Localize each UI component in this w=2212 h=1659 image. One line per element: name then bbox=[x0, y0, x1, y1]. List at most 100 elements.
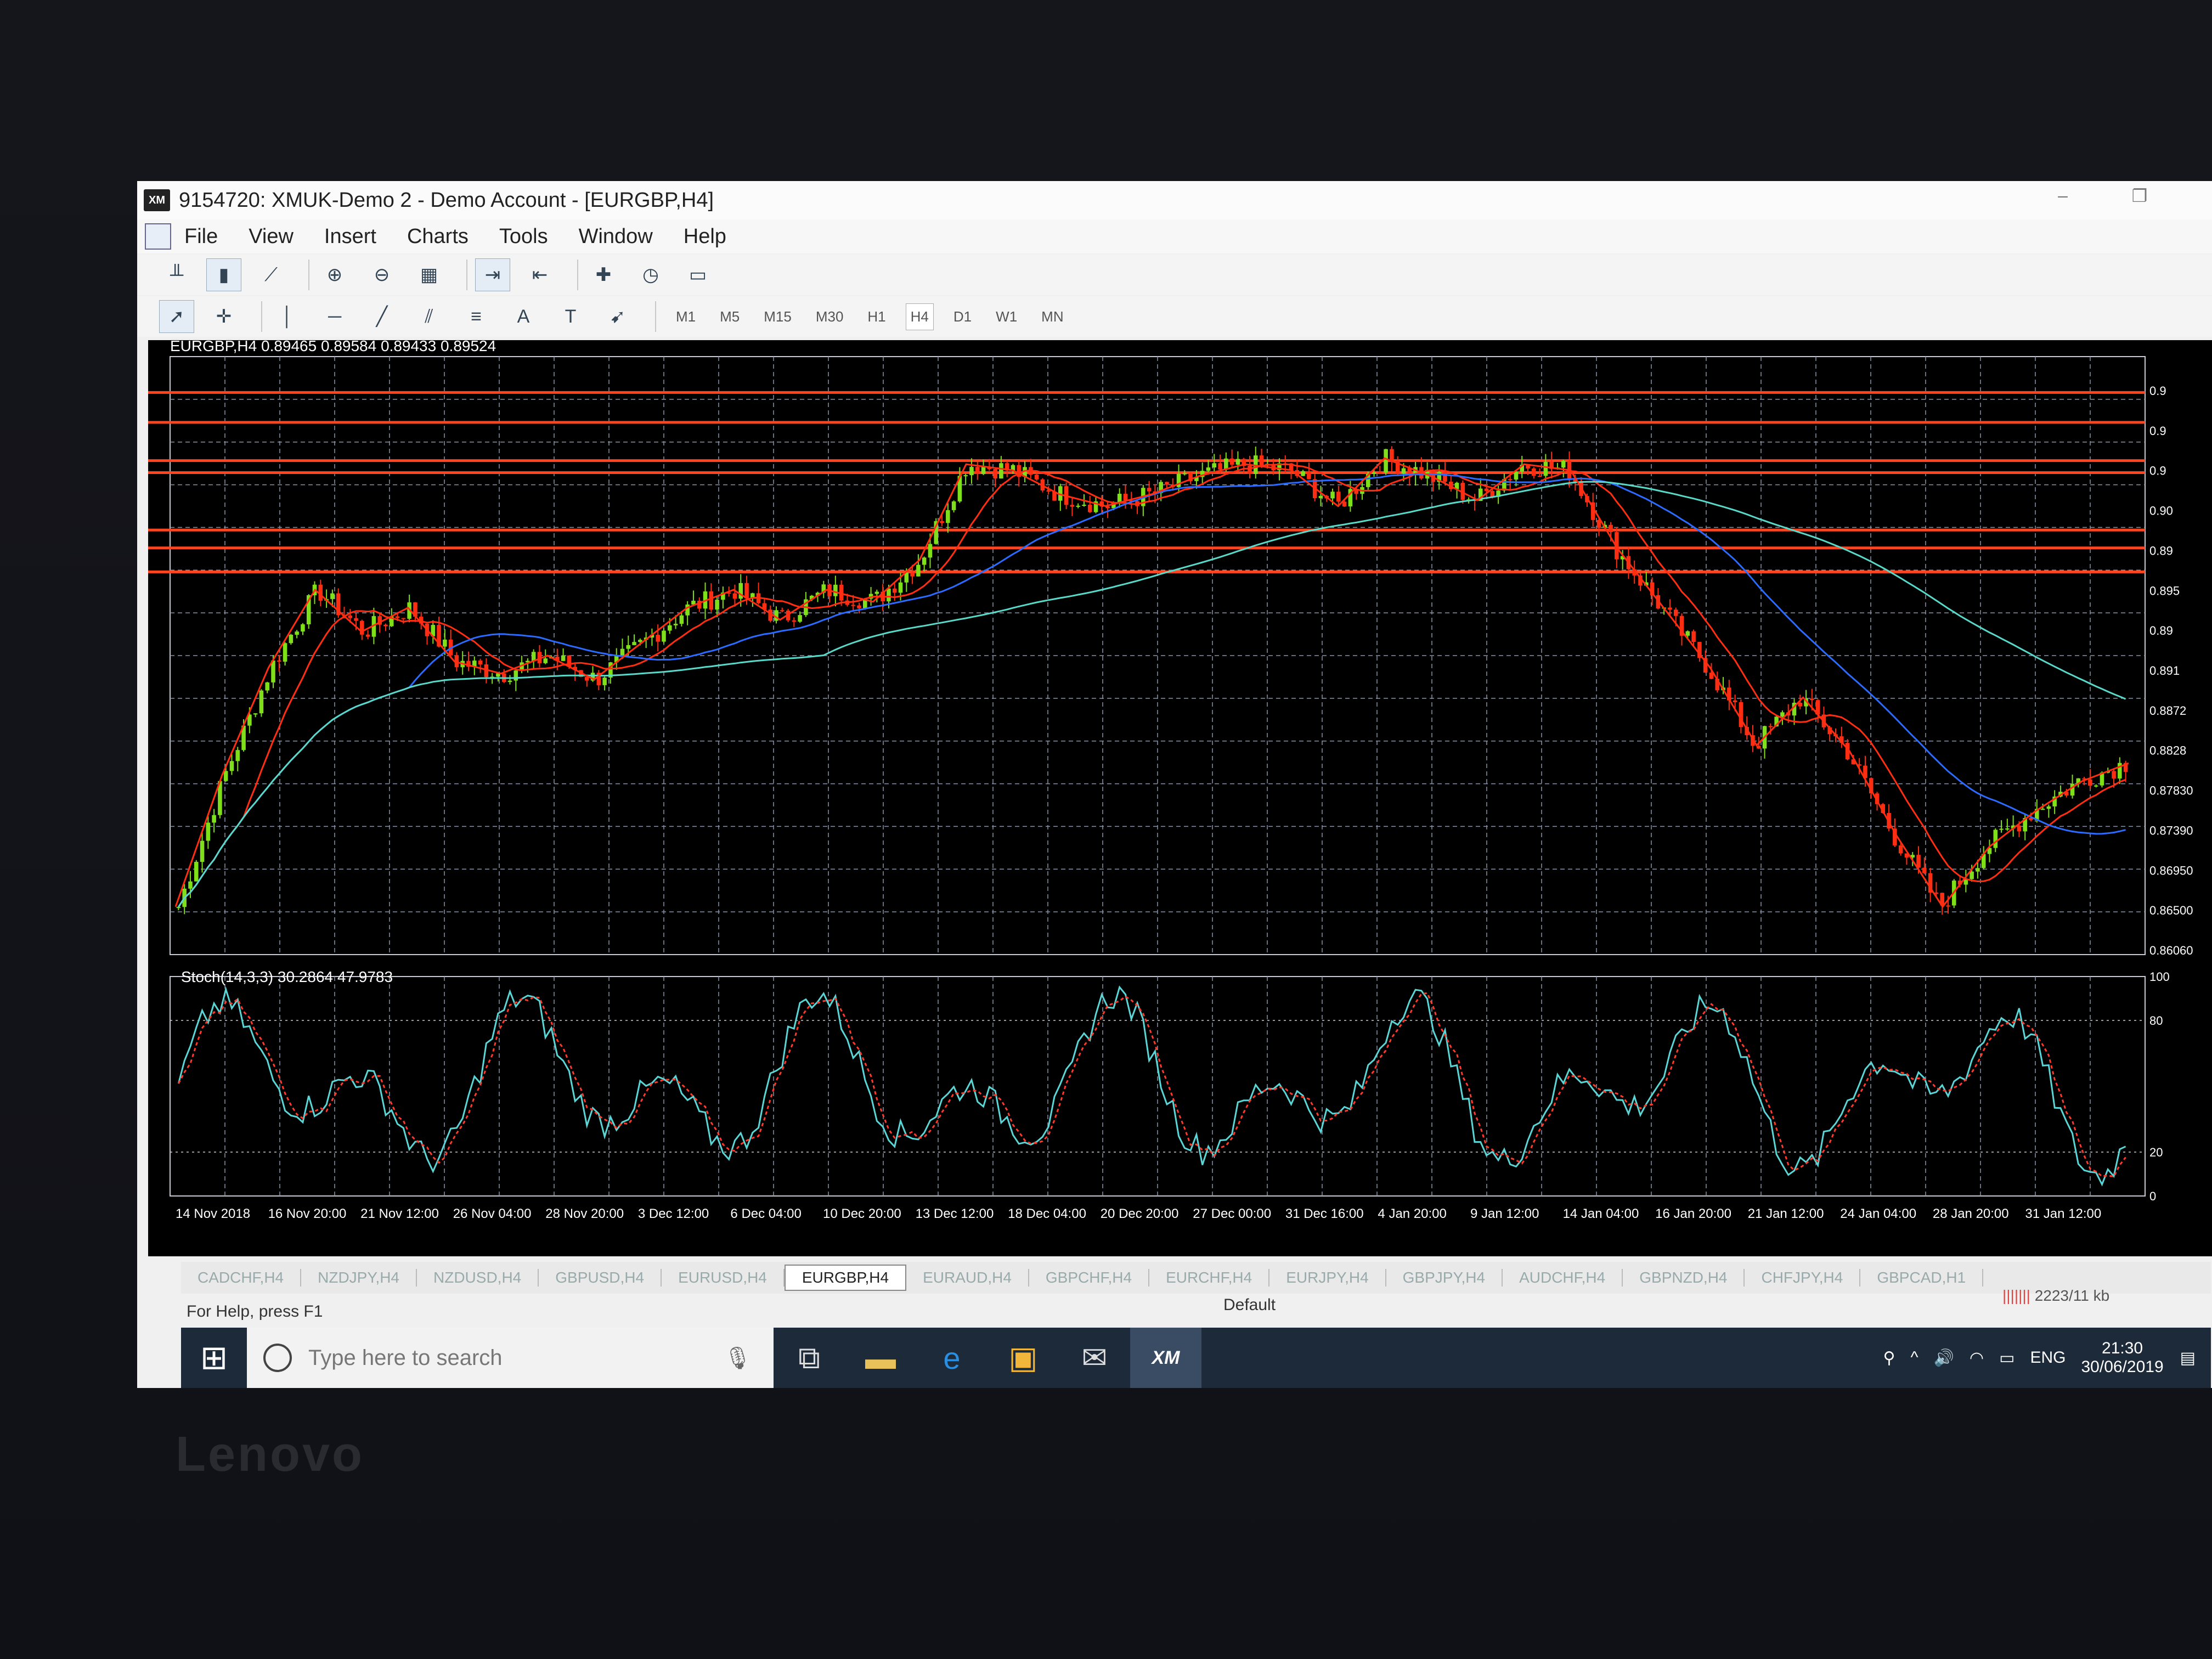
candle-body bbox=[2088, 779, 2092, 786]
timeframe-m1[interactable]: M1 bbox=[672, 304, 700, 330]
text-label-icon[interactable]: T bbox=[553, 300, 588, 333]
timeframe-h1[interactable]: H1 bbox=[863, 304, 890, 330]
candle-body bbox=[857, 605, 861, 608]
time-axis-label: 6 Dec 04:00 bbox=[730, 1206, 801, 1221]
volume-icon[interactable]: 🔊 bbox=[1934, 1348, 1954, 1368]
trendline-icon[interactable]: ╱ bbox=[364, 300, 399, 333]
chart-tab[interactable]: GBPCAD,H1 bbox=[1860, 1269, 1984, 1286]
arrows-icon[interactable]: ➹ bbox=[600, 300, 635, 333]
edge-icon[interactable]: e bbox=[916, 1328, 988, 1388]
menu-charts[interactable]: Charts bbox=[407, 225, 469, 249]
chart-shift-icon[interactable]: ⇤ bbox=[522, 258, 557, 291]
cursor-icon[interactable]: ➚ bbox=[159, 300, 194, 333]
menu-view[interactable]: View bbox=[249, 225, 294, 249]
menu-tools[interactable]: Tools bbox=[499, 225, 548, 249]
price-axis-label: 0.87830 bbox=[2149, 784, 2193, 798]
timeframe-h4[interactable]: H4 bbox=[905, 303, 934, 330]
horizontal-line-icon[interactable]: ─ bbox=[317, 300, 352, 333]
battery-icon[interactable]: ▭ bbox=[1999, 1348, 2015, 1368]
fibonacci-icon[interactable]: ≡ bbox=[459, 300, 494, 333]
microphone-icon[interactable]: 🎙 bbox=[724, 1345, 752, 1371]
price-chart[interactable]: 0.9 0.9 0.9 0.90 0.89 0.895 0.89 0.891 0.8872 0.8… bbox=[148, 340, 2212, 1256]
candle-body bbox=[289, 635, 294, 644]
chart-tab[interactable]: AUDCHF,H4 bbox=[1503, 1269, 1623, 1286]
candle-body bbox=[212, 815, 216, 823]
chart-tab[interactable]: NZDJPY,H4 bbox=[301, 1269, 417, 1286]
periods-icon[interactable]: ◷ bbox=[633, 258, 668, 291]
chart-tab[interactable]: EURJPY,H4 bbox=[1269, 1269, 1386, 1286]
crosshair-icon[interactable]: ✛ bbox=[206, 300, 241, 333]
language-indicator[interactable]: ENG bbox=[2030, 1348, 2066, 1367]
tile-windows-icon[interactable]: ▦ bbox=[411, 258, 447, 291]
zoom-in-icon[interactable]: ⊕ bbox=[317, 258, 352, 291]
notifications-icon[interactable]: ▤ bbox=[2180, 1348, 2196, 1368]
text-icon[interactable]: A bbox=[506, 300, 541, 333]
equidistant-channel-icon[interactable]: ⫽ bbox=[411, 300, 447, 333]
candle-body bbox=[531, 652, 536, 661]
candle-body bbox=[1756, 746, 1761, 749]
candle-body bbox=[1443, 472, 1447, 482]
minimize-icon[interactable]: – bbox=[2046, 185, 2079, 213]
candle-body bbox=[892, 588, 897, 593]
zoom-out-icon[interactable]: ⊖ bbox=[364, 258, 399, 291]
chart-tab[interactable]: EURGBP,H4 bbox=[784, 1265, 907, 1291]
xm-icon[interactable]: XM bbox=[1130, 1328, 1201, 1388]
candle-body bbox=[946, 510, 950, 523]
chart-tab[interactable]: GBPCHF,H4 bbox=[1029, 1269, 1150, 1286]
chart-tab[interactable]: EURCHF,H4 bbox=[1149, 1269, 1270, 1286]
menu-file[interactable]: File bbox=[184, 225, 218, 249]
chart-tab[interactable]: GBPNZD,H4 bbox=[1623, 1269, 1745, 1286]
wifi-icon[interactable]: ◠ bbox=[1970, 1348, 1984, 1368]
chart-tab[interactable]: GBPUSD,H4 bbox=[539, 1269, 662, 1286]
timeframe-m5[interactable]: M5 bbox=[715, 304, 744, 330]
candle-body bbox=[1229, 458, 1234, 465]
candlestick-icon[interactable]: ▮ bbox=[206, 258, 241, 291]
candle-body bbox=[1087, 504, 1092, 512]
timeframe-mn[interactable]: MN bbox=[1037, 304, 1068, 330]
candle-body bbox=[2094, 785, 2098, 787]
windows-start-icon[interactable]: ⊞ bbox=[181, 1328, 247, 1388]
templates-icon[interactable]: ▭ bbox=[680, 258, 715, 291]
line-chart-icon[interactable]: ⟋ bbox=[253, 258, 289, 291]
timeframe-d1[interactable]: D1 bbox=[949, 304, 976, 330]
title-bar[interactable]: XM 9154720: XMUK-Demo 2 - Demo Account -… bbox=[137, 181, 2212, 219]
restore-icon[interactable]: ❐ bbox=[2123, 185, 2156, 213]
clock[interactable]: 21:30 30/06/2019 bbox=[2081, 1339, 2163, 1376]
vertical-line-icon[interactable]: │ bbox=[270, 300, 305, 333]
candle-body bbox=[898, 582, 903, 593]
candle-body bbox=[626, 645, 631, 649]
timeframe-w1[interactable]: W1 bbox=[991, 304, 1022, 330]
search-box[interactable]: Type here to search 🎙 bbox=[247, 1328, 774, 1388]
bar-chart-icon[interactable]: ╨ bbox=[159, 258, 194, 291]
chart-window[interactable]: 0.9 0.9 0.9 0.90 0.89 0.895 0.89 0.891 0.8872 0.8… bbox=[148, 340, 2212, 1256]
chart-tab[interactable]: EURAUD,H4 bbox=[906, 1269, 1029, 1286]
store-icon[interactable]: ▣ bbox=[988, 1328, 1059, 1388]
candle-body bbox=[395, 616, 400, 618]
timeframe-m30[interactable]: M30 bbox=[811, 304, 848, 330]
file-explorer-icon[interactable]: ▬ bbox=[845, 1328, 916, 1388]
task-view-icon[interactable]: ⧉ bbox=[774, 1328, 845, 1388]
menu-window[interactable]: Window bbox=[579, 225, 653, 249]
toolbar-separator bbox=[466, 259, 467, 290]
chart-tab[interactable]: CADCHF,H4 bbox=[181, 1269, 302, 1286]
document-icon[interactable] bbox=[145, 223, 171, 250]
mail-icon[interactable]: ✉ bbox=[1059, 1328, 1130, 1388]
chart-tab[interactable]: EURUSD,H4 bbox=[662, 1269, 785, 1286]
auto-scroll-icon[interactable]: ⇥ bbox=[475, 258, 510, 291]
chart-tab[interactable]: GBPJPY,H4 bbox=[1386, 1269, 1503, 1286]
menu-help[interactable]: Help bbox=[684, 225, 726, 249]
chart-tab[interactable]: NZDUSD,H4 bbox=[417, 1269, 539, 1286]
timeframe-m15[interactable]: M15 bbox=[759, 304, 796, 330]
candle-body bbox=[2046, 806, 2051, 809]
indicators-icon[interactable]: ✚ bbox=[586, 258, 621, 291]
chart-tab[interactable]: CHFJPY,H4 bbox=[1745, 1269, 1861, 1286]
people-icon[interactable]: ⚲ bbox=[1883, 1348, 1895, 1368]
menu-insert[interactable]: Insert bbox=[324, 225, 376, 249]
toolbar-separator bbox=[261, 301, 262, 332]
candle-body bbox=[1307, 471, 1311, 479]
candle-body bbox=[253, 713, 258, 715]
time-axis-label: 16 Jan 20:00 bbox=[1655, 1206, 1731, 1221]
price-axis-label: 0.87390 bbox=[2149, 823, 2193, 837]
candle-body bbox=[1390, 449, 1394, 461]
chevron-up-icon[interactable]: ^ bbox=[1910, 1348, 1918, 1367]
